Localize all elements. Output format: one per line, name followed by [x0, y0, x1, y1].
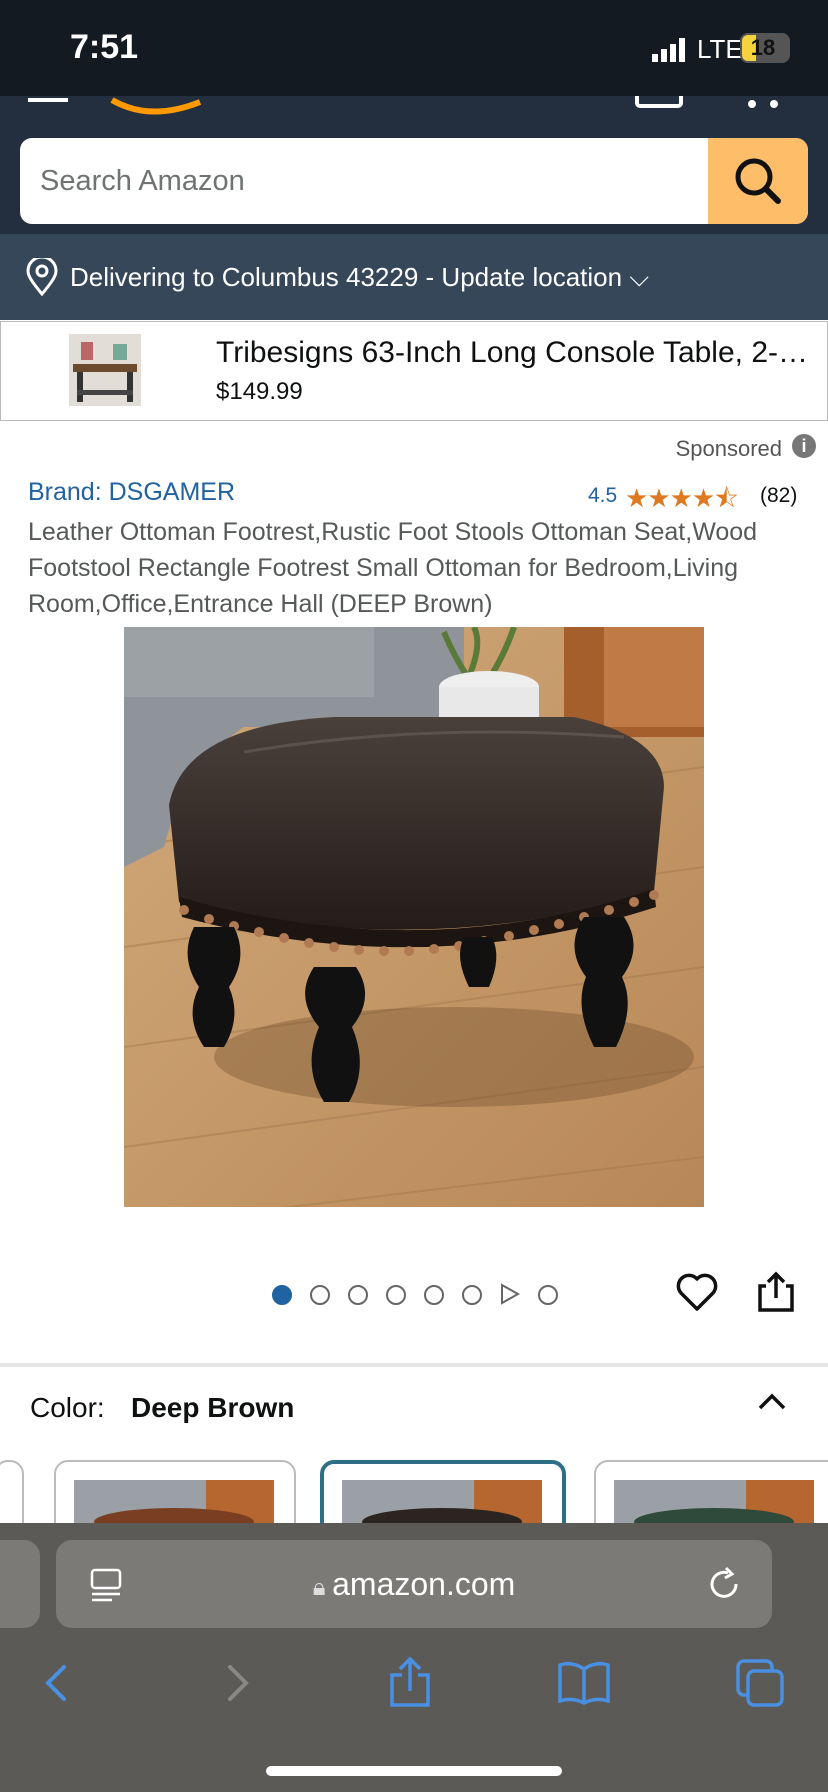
- image-dot-1[interactable]: [272, 1285, 292, 1305]
- signal-icon: [652, 38, 685, 62]
- rating-count[interactable]: (82): [760, 484, 797, 508]
- account-icon[interactable]: [635, 96, 685, 110]
- share-icon[interactable]: [756, 1270, 796, 1314]
- delivery-location-bar[interactable]: Delivering to Columbus 43229 - Update lo…: [0, 234, 828, 320]
- amazon-logo-icon[interactable]: [110, 96, 210, 118]
- lock-icon: 🔒︎: [312, 1574, 333, 1601]
- reload-icon[interactable]: [706, 1566, 742, 1602]
- back-icon[interactable]: [28, 1653, 88, 1713]
- image-dot-6[interactable]: [462, 1285, 482, 1305]
- image-dot-4[interactable]: [386, 1285, 406, 1305]
- heart-icon[interactable]: [676, 1272, 718, 1312]
- sponsored-product-price: $149.99: [216, 378, 303, 405]
- previous-tab-preview[interactable]: [0, 1540, 40, 1628]
- info-icon[interactable]: i: [792, 434, 816, 458]
- color-label: Color:: [30, 1392, 105, 1423]
- home-indicator[interactable]: [266, 1766, 562, 1776]
- share-sheet-icon[interactable]: [380, 1653, 440, 1713]
- video-dot-icon[interactable]: [498, 1283, 520, 1305]
- tabs-icon[interactable]: [730, 1653, 790, 1713]
- location-pin-icon: [26, 258, 58, 296]
- search-icon: [735, 158, 781, 204]
- rating-value[interactable]: 4.5: [588, 484, 617, 508]
- url-text[interactable]: 🔒︎ amazon.com: [56, 1540, 772, 1628]
- status-time: 7:51: [70, 28, 139, 66]
- bookmarks-icon[interactable]: [554, 1653, 614, 1713]
- network-type: LTE: [697, 34, 743, 64]
- menu-icon[interactable]: [28, 96, 68, 108]
- product-title: Leather Ottoman Footrest,Rustic Foot Sto…: [28, 518, 758, 618]
- search-button[interactable]: [708, 138, 808, 224]
- delivery-location-text[interactable]: Delivering to Columbus 43229 - Update lo…: [70, 234, 649, 320]
- sponsored-product-banner[interactable]: Tribesigns 63-Inch Long Console Table, 2…: [0, 321, 828, 421]
- image-dot-5[interactable]: [424, 1285, 444, 1305]
- address-bar[interactable]: 🔒︎ amazon.com: [56, 1540, 772, 1628]
- sponsored-product-image[interactable]: [69, 334, 141, 406]
- battery-level: 18: [750, 35, 776, 60]
- sponsored-label: Sponsored: [675, 436, 782, 461]
- url-domain: amazon.com: [332, 1566, 516, 1602]
- sponsored-product-title[interactable]: Tribesigns 63-Inch Long Console Table, 2…: [216, 336, 816, 370]
- search-bar[interactable]: Search Amazon: [20, 138, 808, 224]
- battery-icon: 18: [740, 33, 790, 63]
- forward-icon[interactable]: [206, 1653, 266, 1713]
- product-image[interactable]: [124, 627, 704, 1207]
- color-value: Deep Brown: [131, 1392, 295, 1423]
- image-dot-8[interactable]: [538, 1285, 558, 1305]
- cart-icon[interactable]: [740, 96, 790, 110]
- image-dot-2[interactable]: [310, 1285, 330, 1305]
- brand-link[interactable]: Brand: DSGAMER: [28, 478, 235, 507]
- search-input[interactable]: Search Amazon: [40, 138, 245, 224]
- image-dot-3[interactable]: [348, 1285, 368, 1305]
- section-divider: [0, 1363, 828, 1367]
- chevron-up-icon[interactable]: [756, 1390, 788, 1412]
